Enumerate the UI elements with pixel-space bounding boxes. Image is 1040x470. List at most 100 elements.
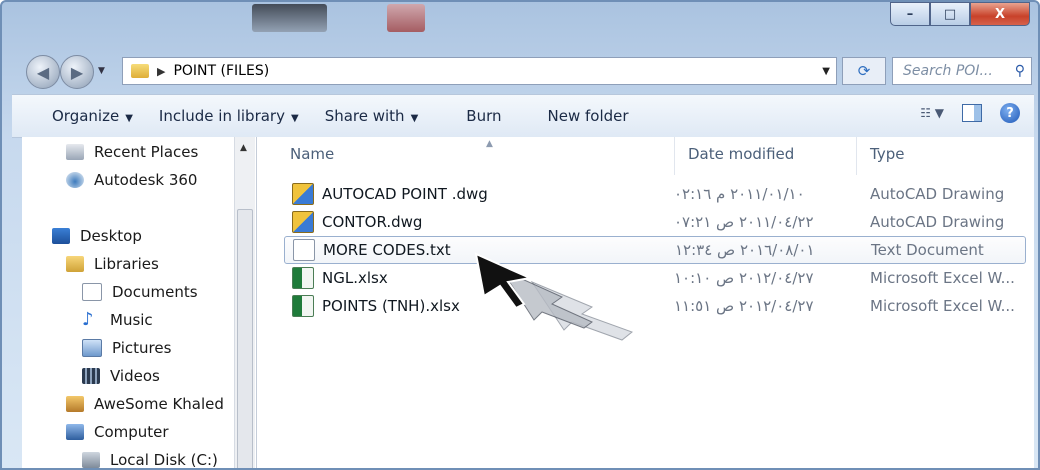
sidebar-item-label: Recent Places: [94, 143, 199, 161]
column-header-type[interactable]: Type: [870, 145, 904, 163]
pane-divider[interactable]: [256, 137, 257, 468]
music-icon: ♪: [82, 309, 94, 330]
include-in-library-button[interactable]: Include in library ▼: [159, 107, 299, 125]
desktop-icon: [52, 228, 70, 244]
sort-ascending-icon: ▲: [486, 139, 493, 149]
recent-pages-chevron-icon[interactable]: ▼: [98, 66, 105, 76]
table-row[interactable]: POINTS (TNH).xlsx ٢٠١٢/٠٤/٢٧ ص ١١:٥١ Mic…: [278, 293, 1038, 319]
user-folder-icon: [66, 396, 84, 412]
sidebar-item-label: Computer: [94, 423, 169, 441]
share-with-label: Share with: [324, 107, 405, 125]
file-date: ٢٠١٢/٠٤/٢٧ ص ١١:٥١: [674, 297, 814, 315]
disk-icon: [82, 452, 100, 468]
navigation-bar: ◀ ▶ ▼ ▶ POINT (FILES) ▼ ⟳ Search POI... …: [22, 52, 1032, 89]
file-name: AUTOCAD POINT .dwg: [322, 185, 488, 203]
table-row[interactable]: NGL.xlsx ٢٠١٢/٠٤/٢٧ ص ١٠:١٠ Microsoft Ex…: [278, 265, 1038, 291]
new-folder-button[interactable]: New folder: [548, 107, 629, 125]
dwg-file-icon: [292, 211, 314, 233]
sidebar-item-music[interactable]: ♪ Music: [82, 309, 153, 330]
chevron-down-icon: ▼: [290, 113, 299, 124]
column-header-name[interactable]: Name: [290, 145, 334, 163]
text-file-icon: [293, 239, 315, 261]
forward-button[interactable]: ▶: [60, 55, 94, 89]
sidebar-item-autodesk-360[interactable]: Autodesk 360: [66, 171, 197, 189]
toolbar-right: ☷ ▼ ?: [920, 103, 1020, 123]
breadcrumb-current[interactable]: POINT (FILES): [173, 63, 269, 79]
change-view-icon[interactable]: ☷ ▼: [920, 106, 944, 120]
sidebar-item-label: AweSome Khaled: [94, 395, 224, 413]
help-icon[interactable]: ?: [1000, 103, 1020, 123]
table-row[interactable]: AUTOCAD POINT .dwg ٢٠١١/٠١/١٠ م ٠٢:١٦ Au…: [278, 181, 1038, 207]
dwg-file-icon: [292, 183, 314, 205]
back-button[interactable]: ◀: [26, 55, 60, 89]
preview-pane-icon[interactable]: [962, 104, 982, 122]
file-type: AutoCAD Drawing: [870, 213, 1005, 231]
search-placeholder: Search POI...: [903, 63, 993, 79]
navigation-pane: Recent Places Autodesk 360 Desktop Libra…: [22, 137, 240, 469]
file-date: ٢٠١١/٠٤/٢٢ ص ٠٧:٢١: [674, 213, 814, 231]
file-date: ٢٠١٢/٠٤/٢٧ ص ١٠:١٠: [674, 269, 814, 287]
sidebar-item-desktop[interactable]: Desktop: [52, 227, 142, 245]
sidebar-item-computer[interactable]: Computer: [66, 423, 169, 441]
sidebar-item-recent-places[interactable]: Recent Places: [66, 143, 198, 161]
chevron-down-icon: ▼: [410, 113, 419, 124]
close-button[interactable]: X: [970, 2, 1030, 26]
file-date: ٢٠١١/٠١/١٠ م ٠٢:١٦: [674, 185, 805, 203]
navigation-scrollbar[interactable]: ▲: [234, 137, 255, 468]
organize-button[interactable]: Organize ▼: [52, 107, 133, 125]
sidebar-item-libraries[interactable]: Libraries: [66, 255, 159, 273]
sidebar-item-label: Pictures: [112, 339, 172, 357]
explorer-window: – □ X ◀ ▶ ▼ ▶ POINT (FILES) ▼ ⟳ Search P…: [0, 0, 1040, 470]
cloud-icon: [66, 172, 84, 188]
share-with-button[interactable]: Share with ▼: [325, 107, 419, 125]
organize-label: Organize: [52, 107, 120, 125]
search-icon[interactable]: ⚲: [1015, 63, 1025, 79]
table-row-selected[interactable]: MORE CODES.txt ٢٠١٦/٠٨/٠١ ص ١٢:٣٤ Text D…: [284, 236, 1026, 264]
address-dropdown-icon[interactable]: ▼: [822, 66, 830, 77]
table-row[interactable]: CONTOR.dwg ٢٠١١/٠٤/٢٢ ص ٠٧:٢١ AutoCAD Dr…: [278, 209, 1038, 235]
libraries-icon: [66, 256, 84, 272]
file-type: AutoCAD Drawing: [870, 185, 1005, 203]
command-bar: Organize ▼ Include in library ▼ Share with…: [12, 94, 1034, 138]
caption-buttons: – □ X: [890, 2, 1030, 26]
sidebar-item-pictures[interactable]: Pictures: [82, 339, 171, 357]
excel-file-icon: [292, 267, 314, 289]
column-header-date[interactable]: Date modified: [688, 145, 794, 163]
sidebar-item-label: Documents: [112, 283, 198, 301]
sidebar-item-label: Desktop: [80, 227, 142, 245]
address-bar[interactable]: ▶ POINT (FILES) ▼: [122, 57, 837, 85]
burn-button[interactable]: Burn: [466, 107, 501, 125]
file-type: Microsoft Excel W...: [870, 297, 1015, 315]
chevron-down-icon: ▼: [125, 113, 133, 124]
file-type: Text Document: [871, 241, 984, 259]
sidebar-item-documents[interactable]: Documents: [82, 283, 198, 301]
refresh-button[interactable]: ⟳: [842, 57, 886, 85]
file-name: CONTOR.dwg: [322, 213, 423, 231]
column-separator[interactable]: [856, 137, 857, 175]
column-separator[interactable]: [674, 137, 675, 175]
title-thumbnail: [252, 4, 327, 32]
folder-icon: [131, 64, 149, 78]
minimize-button[interactable]: –: [890, 2, 930, 26]
maximize-button[interactable]: □: [930, 2, 970, 26]
sidebar-item-local-disk[interactable]: Local Disk (C:): [82, 451, 218, 469]
file-name: NGL.xlsx: [322, 269, 388, 287]
sidebar-item-label: Libraries: [94, 255, 159, 273]
sidebar-item-user-folder[interactable]: AweSome Khaled: [66, 395, 224, 413]
scroll-up-icon[interactable]: ▲: [240, 143, 247, 153]
sidebar-item-label: Local Disk (C:): [110, 451, 218, 469]
file-type: Microsoft Excel W...: [870, 269, 1015, 287]
sidebar-item-videos[interactable]: Videos: [82, 367, 160, 385]
search-input[interactable]: Search POI... ⚲: [892, 57, 1032, 85]
sidebar-item-label: Autodesk 360: [94, 171, 198, 189]
pictures-icon: [82, 339, 102, 357]
videos-icon: [82, 368, 100, 384]
file-name: POINTS (TNH).xlsx: [322, 297, 460, 315]
scrollbar-thumb[interactable]: [237, 209, 253, 468]
title-thumbnail: [387, 4, 425, 32]
excel-file-icon: [292, 295, 314, 317]
include-in-library-label: Include in library: [158, 107, 285, 125]
breadcrumb-separator-icon[interactable]: ▶: [157, 65, 165, 78]
sidebar-item-label: Videos: [110, 367, 160, 385]
refresh-icon: ⟳: [857, 62, 871, 80]
